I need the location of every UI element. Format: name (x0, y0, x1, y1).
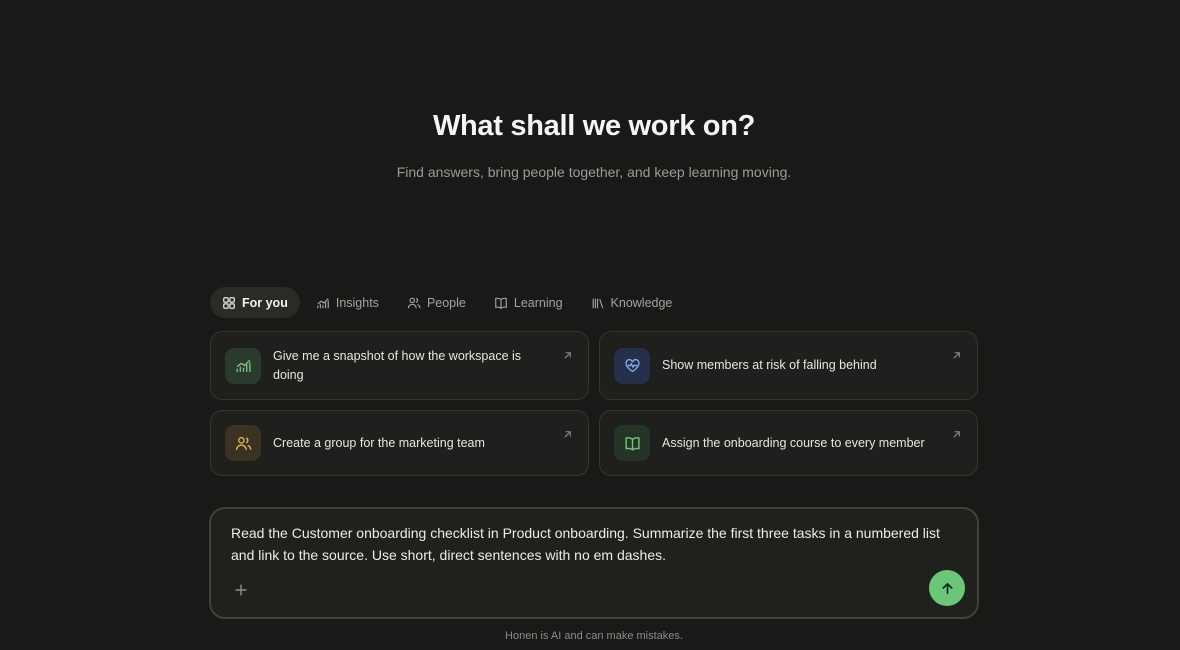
card-text: Give me a snapshot of how the workspace … (273, 348, 522, 382)
suggestion-card-create-group[interactable]: Create a group for the marketing team (210, 410, 589, 476)
book-icon (495, 297, 507, 309)
people-icon (235, 436, 251, 450)
card-text: Show members at risk of falling behind (662, 358, 877, 372)
card-text: Assign the onboarding course to every me… (662, 435, 925, 450)
suggestion-card-assign-course[interactable]: Assign the onboarding course to every me… (599, 410, 978, 476)
tab-for-you[interactable]: For you (210, 287, 300, 318)
arrow-up-right-icon (953, 431, 960, 438)
send-button[interactable] (929, 570, 965, 606)
message-composer: Read the Customer onboarding checklist i… (209, 507, 979, 619)
add-attachment-button[interactable] (230, 579, 252, 601)
card-icon-box (614, 425, 650, 461)
arrow-up-right-icon (953, 352, 960, 359)
category-tabs: For you Insights People Learning Knowled… (210, 287, 684, 318)
suggestion-card-members-at-risk[interactable]: Show members at risk of falling behind (599, 331, 978, 400)
tab-label: Learning (513, 295, 563, 310)
card-icon-box (225, 425, 261, 461)
card-icon-box (225, 347, 261, 384)
tab-label: Insights (335, 295, 379, 310)
tab-insights[interactable]: Insights (304, 287, 391, 318)
tab-label: For you (242, 295, 288, 310)
page-subtitle: Find answers, bring people together, and… (396, 164, 792, 180)
arrow-up-right-icon (564, 352, 571, 359)
book-icon (624, 436, 640, 451)
page-title: What shall we work on? (432, 110, 756, 142)
message-input[interactable]: Read the Customer onboarding checklist i… (231, 522, 951, 566)
tab-people[interactable]: People (395, 287, 478, 318)
plus-icon (235, 584, 247, 596)
tab-learning[interactable]: Learning (482, 287, 575, 318)
arrow-up-right-icon (564, 431, 571, 438)
chart-icon (235, 359, 251, 372)
library-icon (592, 298, 603, 308)
arrow-up-icon (941, 582, 953, 594)
people-icon (407, 297, 421, 308)
card-text: Create a group for the marketing team (273, 435, 485, 450)
chart-icon (317, 297, 329, 308)
suggestion-card-workspace-snapshot[interactable]: Give me a snapshot of how the workspace … (210, 331, 589, 400)
ai-disclaimer: Honen is AI and can make mistakes. (505, 630, 683, 642)
grid-icon (223, 296, 235, 309)
card-icon-box (614, 347, 650, 384)
heart-pulse-icon (624, 358, 640, 373)
tab-label: People (426, 295, 466, 310)
tab-knowledge[interactable]: Knowledge (579, 287, 685, 318)
tab-label: Knowledge (610, 295, 673, 310)
